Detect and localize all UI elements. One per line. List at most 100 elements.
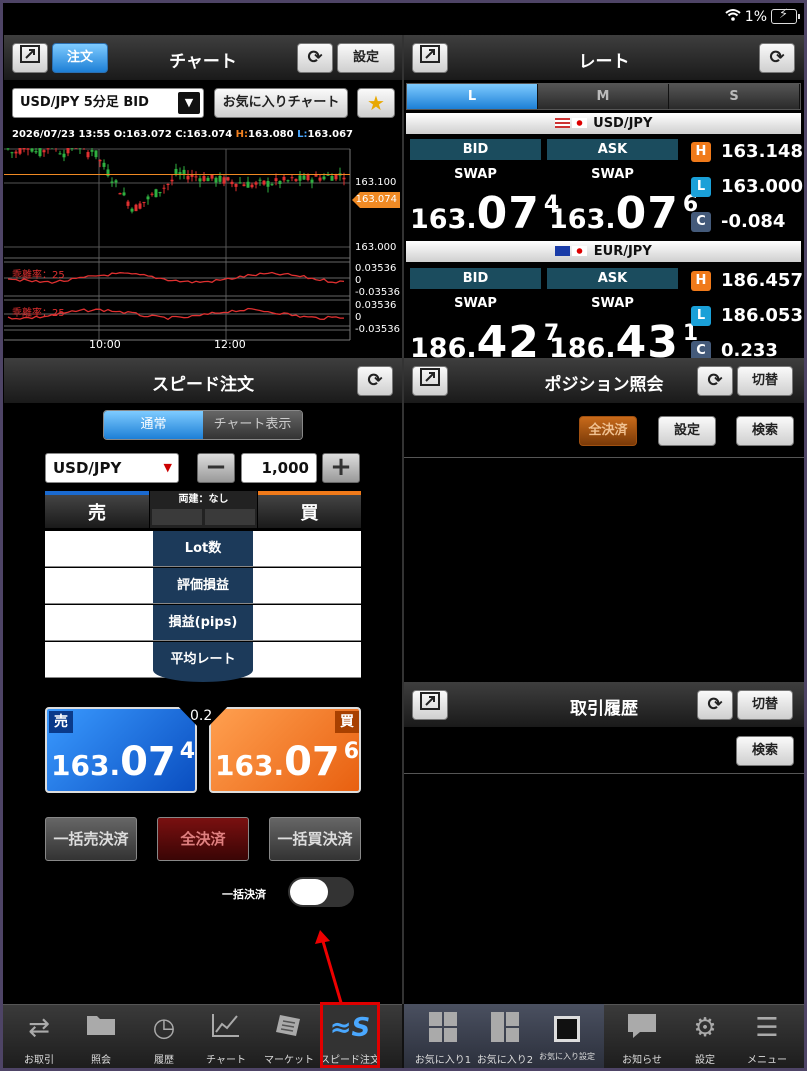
c-label: C: <box>175 129 187 140</box>
candle-body <box>242 184 246 187</box>
candle-body <box>186 175 190 180</box>
history-refresh-icon[interactable]: ⟳ <box>697 690 733 720</box>
buy-column-header: 買 <box>258 491 361 528</box>
candle-body <box>214 177 218 183</box>
bulk-toggle-label: 一括決済 <box>222 888 266 901</box>
ask-price[interactable]: 186.43 1 <box>549 317 698 358</box>
h-value: 163.080 <box>248 129 294 140</box>
battery-icon: ⚡ <box>771 7 800 24</box>
jp-flag-icon <box>572 246 588 256</box>
pair-header-usdjpy[interactable]: USD/JPY <box>406 113 801 134</box>
tab-inquiry[interactable]: 照会 <box>70 1004 132 1071</box>
ind1-mid: 0 <box>355 275 362 286</box>
table-row: 平均レート <box>45 642 361 682</box>
candle-body <box>166 183 170 186</box>
indicator1-label: 乖離率：25 <box>12 270 65 281</box>
position-search-button[interactable]: 検索 <box>736 416 794 446</box>
history-search-button[interactable]: 検索 <box>736 736 794 766</box>
ask-label: ASK <box>547 139 678 160</box>
candle-body <box>318 177 322 181</box>
bulk-close-toggle[interactable] <box>288 877 354 907</box>
refresh-icon[interactable]: ⟳ <box>297 43 333 73</box>
mode-chart[interactable]: チャート表示 <box>203 411 302 439</box>
candle-body <box>222 177 226 184</box>
qty-input[interactable]: 1,000 <box>241 453 317 483</box>
tab-news[interactable]: お知らせ <box>611 1004 673 1071</box>
price-big: 07 <box>284 739 340 785</box>
all-close-button[interactable]: 全決済 <box>157 817 249 861</box>
candle-body <box>34 151 38 153</box>
ask-label: ASK <box>547 268 678 289</box>
indicator1-scale: 0.03536 0 -0.03536 <box>355 263 400 299</box>
change-badge: C <box>691 341 711 358</box>
history-switch-button[interactable]: 切替 <box>737 690 793 720</box>
speed-refresh-icon[interactable]: ⟳ <box>357 366 393 396</box>
ind2-bot: -0.03536 <box>355 324 400 335</box>
candle-body <box>58 153 62 155</box>
price-big: 07 <box>615 188 679 239</box>
qty-minus-button[interactable]: − <box>197 453 235 483</box>
chart-settings-button[interactable]: 設定 <box>337 43 395 73</box>
candle-body <box>158 191 162 194</box>
ask-price[interactable]: 163.07 6 <box>549 188 698 239</box>
tab-s[interactable]: S <box>669 84 800 109</box>
candle-body <box>90 150 94 152</box>
qty-plus-button[interactable]: + <box>322 453 360 483</box>
favorite-chart-button[interactable]: お気に入りチャート <box>214 88 348 118</box>
sell-order-button[interactable]: 売 163.07 4 <box>45 707 197 793</box>
candle-body <box>234 183 238 187</box>
l-label: L: <box>297 129 308 140</box>
rate-refresh-icon[interactable]: ⟳ <box>759 43 795 73</box>
bid-label: BID <box>410 139 541 160</box>
tab-favorite-2[interactable]: お気に入り2 <box>474 1004 536 1071</box>
bulk-sell-close-button[interactable]: 一括売決済 <box>45 817 137 861</box>
position-expand-icon[interactable] <box>412 366 448 396</box>
position-switch-button[interactable]: 切替 <box>737 366 793 396</box>
candle-body <box>246 181 250 188</box>
bid-price[interactable]: 186.42 7 <box>410 317 559 358</box>
mode-normal[interactable]: 通常 <box>104 411 203 439</box>
rate-expand-icon[interactable] <box>412 43 448 73</box>
wifi-icon <box>725 8 741 25</box>
swap-label: SWAP <box>591 167 634 182</box>
candle-body <box>86 152 90 158</box>
candle-body <box>198 178 202 182</box>
candle-body <box>74 148 78 149</box>
candle-body <box>138 203 142 209</box>
candle-body <box>306 174 310 181</box>
tab-favorite-settings[interactable]: お気に入り設定 <box>536 1004 598 1071</box>
tab-market[interactable]: マーケット <box>258 1004 320 1071</box>
candle-body <box>270 184 274 186</box>
order-button[interactable]: 注文 <box>52 43 108 73</box>
expand-icon[interactable] <box>12 43 48 73</box>
bulk-buy-close-button[interactable]: 一括買決済 <box>269 817 361 861</box>
line-chart-icon <box>195 1012 257 1044</box>
grid-four-icon <box>412 1012 474 1044</box>
candle-body <box>42 150 46 153</box>
tab-trade[interactable]: ⇄ お取引 <box>8 1004 70 1071</box>
row-label: 損益(pips) <box>153 605 253 640</box>
tab-favorite-1[interactable]: お気に入り1 <box>412 1004 474 1071</box>
tab-menu[interactable]: ☰ メニュー <box>736 1004 798 1071</box>
star-icon[interactable]: ★ <box>357 88 395 118</box>
bid-price[interactable]: 163.07 4 <box>410 188 559 239</box>
pair-header-eurjpy[interactable]: EUR/JPY <box>406 241 801 262</box>
position-settings-button[interactable]: 設定 <box>658 416 716 446</box>
candle-body <box>38 148 42 157</box>
tab-settings[interactable]: ⚙ 設定 <box>674 1004 736 1071</box>
position-all-close-button[interactable]: 全決済 <box>579 416 637 446</box>
tab-m[interactable]: M <box>538 84 669 109</box>
tab-l[interactable]: L <box>407 84 538 109</box>
candlestick-chart[interactable] <box>4 148 402 360</box>
order-symbol-select[interactable]: USD/JPY ▼ <box>45 453 179 483</box>
ohlc-date: 2026/07/23 13:55 <box>12 129 111 140</box>
high-value: 186.457 <box>721 270 803 291</box>
position-refresh-icon[interactable]: ⟳ <box>697 366 733 396</box>
buy-order-button[interactable]: 買 163.07 6 <box>209 707 361 793</box>
history-expand-icon[interactable] <box>412 690 448 720</box>
chart-symbol-select[interactable]: USD/JPY 5分足 BID ▼ <box>12 88 204 118</box>
tab-chart[interactable]: チャート <box>195 1004 257 1071</box>
tab-history[interactable]: ◷ 履歴 <box>133 1004 195 1071</box>
candle-body <box>146 196 150 200</box>
candle-body <box>126 201 130 206</box>
